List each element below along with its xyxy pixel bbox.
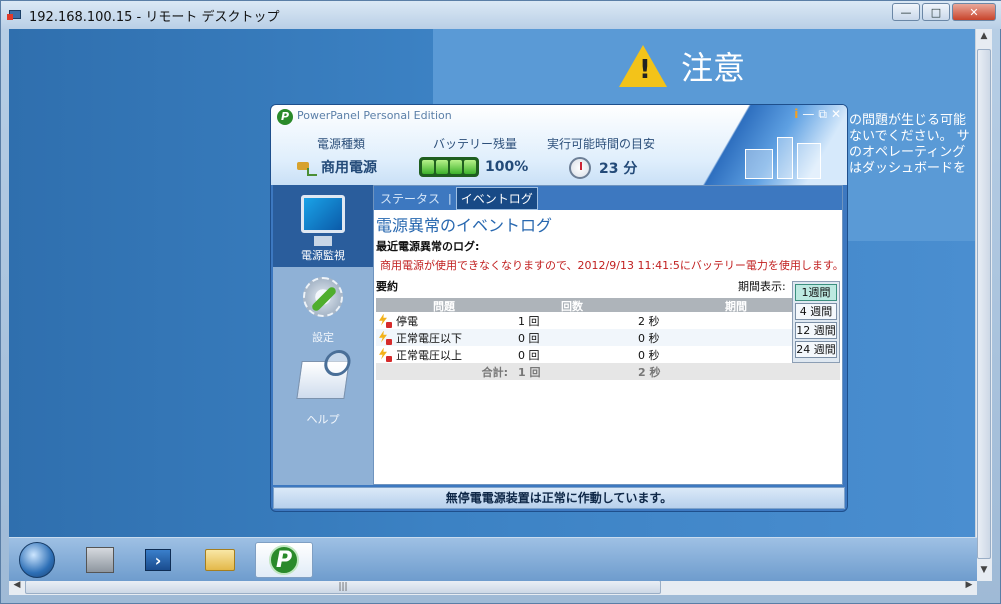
taskbar-powershell[interactable]: › <box>137 542 179 578</box>
sidebar-item-monitoring[interactable]: 電源監視 <box>273 185 373 267</box>
sidebar-item-label: 電源監視 <box>301 249 345 262</box>
table-row: 停電 1 回 2 秒 <box>376 312 840 329</box>
sidebar: 電源監視 設定 ヘルプ <box>273 185 373 485</box>
period-label: 期間表示: <box>738 280 786 293</box>
total-label: 合計: <box>481 365 508 379</box>
rd-close-button[interactable]: ✕ <box>952 3 996 21</box>
folder-icon <box>205 549 235 571</box>
remote-desktop-icon <box>7 8 23 22</box>
battery-value: 100% <box>485 159 529 175</box>
minimize-icon[interactable]: — <box>802 107 814 122</box>
section-title: 電源異常のイベントログ <box>376 216 553 235</box>
column-header-count: 回数 <box>561 300 583 313</box>
sidebar-item-label: 設定 <box>312 331 334 344</box>
runtime-label: 実行可能時間の目安 <box>547 137 656 151</box>
recent-log-message: 商用電源が使用できなくなりますので、2012/9/13 11:41:5にバッテリ… <box>380 259 844 272</box>
clock-icon <box>569 157 591 179</box>
tab-status[interactable]: ステータス <box>376 188 444 209</box>
status-bar: 無停電電源装置は正常に作動しています。 <box>273 487 845 509</box>
rd-window-title: 192.168.100.15 - リモート デスクトップ <box>29 9 280 25</box>
period-option-4-weeks[interactable]: 4 週間 <box>795 303 837 320</box>
tab-separator: | <box>448 191 452 205</box>
battery-icon <box>419 157 479 177</box>
rd-titlebar[interactable]: 192.168.100.15 - リモート デスクトップ — □ ✕ <box>1 1 1001 29</box>
warning-icon: ! <box>619 45 667 87</box>
help-icon <box>296 361 350 399</box>
warning-banner: ! 注意 <box>619 43 745 89</box>
powerpanel-logo-icon: P <box>277 109 293 125</box>
table-header: 問題 回数 期間 <box>376 298 840 313</box>
tab-bar: ステータス | イベントログ <box>374 186 842 210</box>
background-text-line: はダッシュボードを <box>849 161 967 176</box>
row-count: 0 回 <box>518 331 540 345</box>
tab-event-log[interactable]: イベントログ <box>455 186 538 210</box>
ups-device-icon <box>741 135 833 179</box>
battery-label: バッテリー残量 <box>433 137 518 151</box>
row-count: 0 回 <box>518 348 540 362</box>
period-option-1-week[interactable]: 1週間 <box>795 284 837 301</box>
taskbar-server-manager[interactable] <box>79 542 121 578</box>
restore-icon[interactable]: ⧉ <box>818 107 827 122</box>
monitor-icon <box>301 195 345 246</box>
total-duration: 2 秒 <box>638 365 661 379</box>
period-selector: 1週間 4 週間 12 週間 24 週間 <box>792 281 840 363</box>
powershell-icon: › <box>145 549 171 571</box>
ac-plug-icon <box>295 158 317 176</box>
outage-icon <box>378 314 392 328</box>
row-count: 1 回 <box>518 314 540 328</box>
background-text: の問題が生じる可能 ないでください。 サ のオペレーティング はダッシュボードを <box>849 113 970 177</box>
taskbar-powerpanel[interactable]: P <box>255 542 313 578</box>
row-problem: 正常電圧以下 <box>396 331 462 345</box>
warning-icon-glyph: ! <box>639 55 651 85</box>
background-text-line: のオペレーティング <box>849 145 966 160</box>
row-problem: 正常電圧以上 <box>396 348 462 362</box>
event-table: 問題 回数 期間 停電 1 回 2 秒 正常電圧以下 0 回 0 秒 正常電圧以… <box>376 298 840 380</box>
background-text-line: の問題が生じる可能 <box>849 113 967 128</box>
warning-title: 注意 <box>681 49 746 87</box>
close-icon[interactable]: ✕ <box>831 107 841 122</box>
powerpanel-window: P PowerPanel Personal Edition i — ⧉ ✕ 電源… <box>270 104 848 512</box>
rd-minimize-button[interactable]: — <box>892 3 920 21</box>
summary-label: 要約 <box>376 280 398 293</box>
table-row: 正常電圧以上 0 回 0 秒 <box>376 346 840 363</box>
recent-log-label: 最近電源異常のログ: <box>376 240 480 253</box>
taskbar-explorer[interactable] <box>199 542 241 578</box>
battery-value-group: 100% <box>419 157 528 177</box>
vertical-scrollbar[interactable]: ▲ ▼ <box>975 29 992 581</box>
total-count: 1 回 <box>518 365 541 379</box>
row-problem: 停電 <box>396 314 418 328</box>
power-type-value-group: 商用電源 <box>295 157 377 177</box>
table-total-row: 合計: 1 回 2 秒 <box>376 363 840 380</box>
rd-maximize-button[interactable]: □ <box>922 3 950 21</box>
period-option-12-weeks[interactable]: 12 週間 <box>795 322 837 339</box>
horizontal-scroll-thumb[interactable]: ||| <box>25 580 661 594</box>
power-type-label: 電源種類 <box>317 137 366 151</box>
scroll-right-icon[interactable]: ▶ <box>962 580 976 594</box>
info-icon[interactable]: i <box>794 107 798 122</box>
powerpanel-header: P PowerPanel Personal Edition i — ⧉ ✕ 電源… <box>271 105 847 185</box>
column-header-problem: 問題 <box>433 300 455 313</box>
sidebar-item-settings[interactable]: 設定 <box>273 267 373 349</box>
main-panel: ステータス | イベントログ 電源異常のイベントログ 最近電源異常のログ: 商用… <box>373 185 844 485</box>
powerpanel-icon: P <box>269 545 299 575</box>
powerpanel-title: PowerPanel Personal Edition <box>297 109 452 122</box>
start-orb-icon[interactable] <box>19 542 55 578</box>
taskbar: › P <box>9 537 977 581</box>
scroll-up-icon[interactable]: ▲ <box>978 31 990 45</box>
background-text-line: ないでください。 サ <box>849 129 970 144</box>
settings-icon <box>303 277 343 317</box>
runtime-value: 23 分 <box>599 161 638 177</box>
server-manager-icon <box>86 547 114 573</box>
overvoltage-icon <box>378 348 392 362</box>
period-option-24-weeks[interactable]: 24 週間 <box>795 341 837 358</box>
runtime-value-group: 23 分 <box>569 157 637 179</box>
power-type-value: 商用電源 <box>321 160 377 176</box>
table-row: 正常電圧以下 0 回 0 秒 <box>376 329 840 346</box>
sidebar-item-label: ヘルプ <box>306 413 340 426</box>
scroll-down-icon[interactable]: ▼ <box>978 565 990 579</box>
sidebar-item-help[interactable]: ヘルプ <box>273 349 373 431</box>
scroll-left-icon[interactable]: ◀ <box>10 580 24 594</box>
undervoltage-icon <box>378 331 392 345</box>
vertical-scroll-thumb[interactable] <box>977 49 991 559</box>
